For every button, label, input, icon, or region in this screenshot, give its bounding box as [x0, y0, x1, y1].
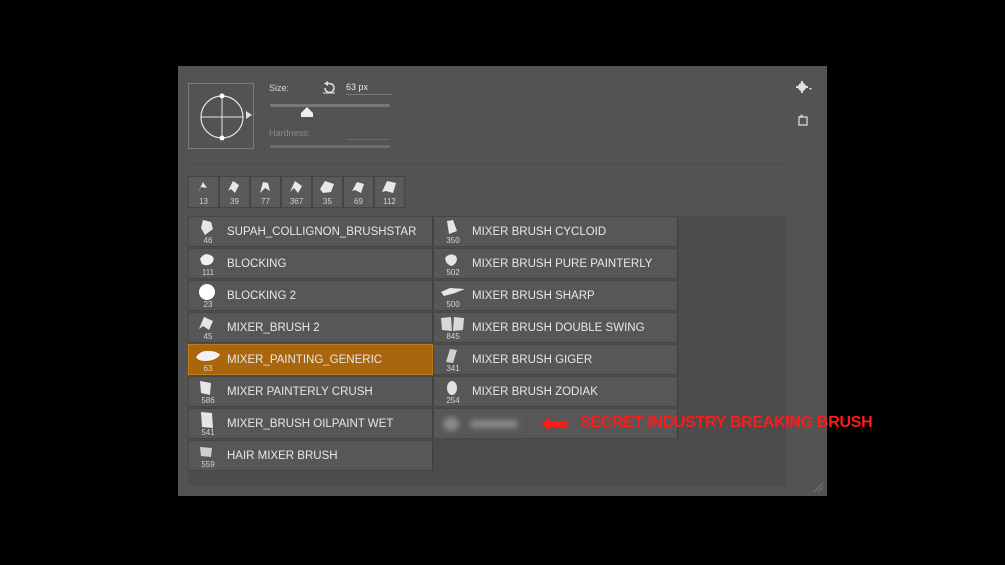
brush-thumbnail-icon	[200, 381, 211, 395]
brush-name: MIXER BRUSH SHARP	[472, 290, 595, 302]
divider	[188, 163, 786, 164]
reset-size-icon[interactable]	[322, 81, 336, 94]
brush-thumbnail-icon	[201, 412, 213, 428]
preview-expand-arrow-icon[interactable]	[246, 111, 252, 119]
list-item[interactable]: 559 HAIR MIXER BRUSH	[188, 440, 433, 471]
brush-thumbnail-icon	[445, 254, 457, 266]
brush-thumbnail-icon	[199, 284, 215, 300]
size-value-field[interactable]: 63 px	[346, 82, 392, 95]
recent-brush[interactable]: 13	[188, 176, 219, 208]
brush-list-column-left: 46 SUPAH_COLLIGNON_BRUSHSTAR 111 BLOCKIN…	[188, 216, 433, 472]
brush-thumbnail-icon	[200, 254, 214, 266]
list-item[interactable]: 46 SUPAH_COLLIGNON_BRUSHSTAR	[188, 216, 433, 247]
blurred-brush-preview	[443, 417, 518, 431]
brush-preset-list: 46 SUPAH_COLLIGNON_BRUSHSTAR 111 BLOCKIN…	[188, 216, 786, 486]
recent-brush[interactable]: 35	[312, 176, 343, 208]
brush-name: BLOCKING 2	[227, 290, 297, 302]
recent-brushes-row: 13 39 77 367 35 69 112	[188, 176, 405, 208]
brush-thumbnail-icon	[199, 317, 213, 330]
brush-tip-preview[interactable]	[188, 83, 254, 149]
list-item[interactable]: 341 MIXER BRUSH GIGER	[433, 344, 678, 375]
recent-brush[interactable]: 112	[374, 176, 405, 208]
list-item[interactable]: 502 MIXER BRUSH PURE PAINTERLY	[433, 248, 678, 279]
list-item[interactable]: 350 MIXER BRUSH CYCLOID	[433, 216, 678, 247]
brush-name: MIXER BRUSH DOUBLE SWING	[472, 322, 645, 334]
recent-brush[interactable]: 77	[250, 176, 281, 208]
brush-thumbnail-icon	[441, 317, 464, 331]
brush-name: MIXER BRUSH ZODIAK	[472, 386, 598, 398]
list-item[interactable]: 254 MIXER BRUSH ZODIAK	[433, 376, 678, 407]
brush-name: MIXER BRUSH GIGER	[472, 354, 593, 366]
brush-thumbnail-icon	[441, 288, 465, 296]
brush-thumbnail-icon	[446, 349, 457, 363]
recent-brush[interactable]: 69	[343, 176, 374, 208]
list-item[interactable]: 63 MIXER_PAINTING_GENERIC	[188, 344, 433, 375]
brush-thumbnail-icon	[447, 381, 457, 395]
list-item[interactable]: 45 MIXER_BRUSH 2	[188, 312, 433, 343]
brush-name: BLOCKING	[227, 258, 287, 270]
brush-name: MIXER_BRUSH OILPAINT WET	[227, 418, 394, 430]
list-item[interactable]: 541 MIXER_BRUSH OILPAINT WET	[188, 408, 433, 439]
annotation-label: SECRET INDUSTRY BREAKING BRUSH	[580, 414, 873, 431]
brush-name: MIXER_PAINTING_GENERIC	[227, 354, 383, 366]
hardness-value-field[interactable]	[346, 139, 390, 140]
brush-list-column-right: 350 MIXER BRUSH CYCLOID 502 MIXER BRUSH …	[433, 216, 678, 440]
hardness-label: Hardness:	[269, 128, 311, 138]
brush-thumbnail-icon	[447, 220, 457, 234]
brush-name: SUPAH_COLLIGNON_BRUSHSTAR	[227, 226, 417, 238]
brush-name: HAIR MIXER BRUSH	[227, 450, 338, 462]
size-label: Size:	[269, 83, 290, 93]
annotation-arrow-icon	[541, 417, 567, 431]
brush-stroke-icon	[260, 182, 270, 193]
brush-name: MIXER BRUSH PURE PAINTERLY	[472, 258, 653, 270]
brush-name: MIXER_BRUSH 2	[227, 322, 320, 334]
brush-stroke-icon	[198, 182, 207, 192]
brush-stroke-icon	[382, 181, 396, 193]
brush-stroke-icon	[228, 181, 239, 193]
brush-stroke-icon	[290, 181, 302, 193]
list-item[interactable]: 500 MIXER BRUSH SHARP	[433, 280, 678, 311]
resize-grip-icon[interactable]	[812, 481, 824, 493]
size-slider-thumb[interactable]	[301, 107, 313, 117]
brush-stroke-icon	[320, 181, 334, 193]
hardness-slider-track[interactable]	[270, 145, 390, 148]
brush-thumbnail-icon	[200, 447, 212, 457]
list-item[interactable]: 586 MIXER PAINTERLY CRUSH	[188, 376, 433, 407]
brush-name: MIXER BRUSH CYCLOID	[472, 226, 607, 238]
list-item[interactable]: 111 BLOCKING	[188, 248, 433, 279]
brush-stroke-icon	[352, 182, 364, 193]
size-slider-track[interactable]	[270, 104, 390, 107]
brush-name: MIXER PAINTERLY CRUSH	[227, 386, 373, 398]
list-item[interactable]: 23 BLOCKING 2	[188, 280, 433, 311]
new-preset-icon[interactable]	[798, 114, 810, 126]
recent-brush[interactable]: 39	[219, 176, 250, 208]
recent-brush[interactable]: 367	[281, 176, 312, 208]
brush-thumbnail-icon	[196, 350, 220, 361]
brush-thumbnail-icon	[201, 220, 213, 235]
list-item[interactable]: 845 MIXER BRUSH DOUBLE SWING	[433, 312, 678, 343]
gear-icon[interactable]	[796, 80, 814, 94]
